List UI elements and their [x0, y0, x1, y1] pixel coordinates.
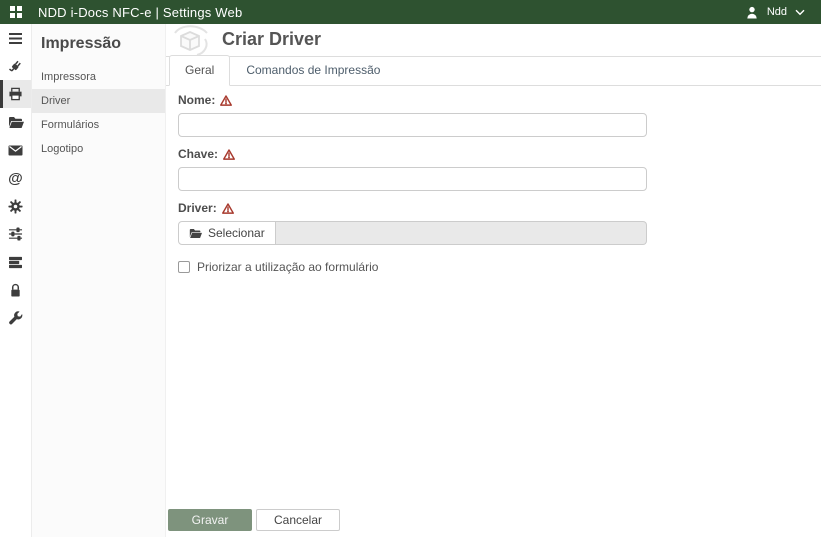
- wrench-icon: [8, 310, 23, 326]
- gear-icon: [8, 198, 23, 214]
- warning-icon: [221, 202, 234, 214]
- chave-label: Chave:: [178, 147, 809, 161]
- sidebar-item-tools[interactable]: [0, 304, 31, 332]
- select-file-button[interactable]: Selecionar: [178, 221, 276, 245]
- tab-comandos-de-impressao[interactable]: Comandos de Impressão: [230, 55, 396, 86]
- lock-icon: [9, 283, 22, 298]
- main-content: Criar Driver Geral Comandos de Impressão…: [166, 24, 821, 537]
- mail-icon: [8, 145, 23, 156]
- sidebar-item-preferences[interactable]: [0, 220, 31, 248]
- panel-item-logotipo[interactable]: Logotipo: [32, 137, 165, 161]
- menu-icon: [8, 32, 23, 45]
- sidebar-item-menu[interactable]: [0, 24, 31, 52]
- driver-file-field: [275, 221, 647, 245]
- page-header: Criar Driver: [166, 24, 821, 57]
- package-cube-icon: [167, 25, 213, 58]
- nome-input[interactable]: [178, 113, 647, 137]
- plug-icon: [8, 59, 23, 74]
- apps-grid-icon[interactable]: [9, 5, 23, 19]
- at-sign-icon: @: [8, 169, 23, 187]
- cancel-button[interactable]: Cancelar: [256, 509, 340, 531]
- save-button[interactable]: Gravar: [168, 509, 252, 531]
- icon-sidebar: @: [0, 24, 32, 537]
- priorizar-checkbox-label: Priorizar a utilização ao formulário: [197, 260, 379, 274]
- tab-bar: Geral Comandos de Impressão: [166, 55, 821, 86]
- sidebar-item-printing[interactable]: [0, 80, 31, 108]
- panel-item-formularios[interactable]: Formulários: [32, 113, 165, 137]
- warning-icon: [220, 94, 233, 106]
- sidebar-item-security[interactable]: [0, 276, 31, 304]
- driver-file-row: Selecionar: [178, 221, 647, 245]
- sidebar-item-email-settings[interactable]: @: [0, 164, 31, 192]
- priorizar-checkbox[interactable]: [178, 261, 190, 273]
- folder-open-icon: [8, 116, 24, 129]
- sliders-icon: [8, 227, 23, 241]
- section-panel: Impressão Impressora Driver Formulários …: [32, 24, 166, 537]
- server-icon: [8, 256, 23, 269]
- tab-geral[interactable]: Geral: [169, 55, 231, 86]
- user-name: Ndd: [766, 6, 787, 18]
- sidebar-item-servers[interactable]: [0, 248, 31, 276]
- warning-icon: [223, 148, 235, 160]
- sidebar-item-settings[interactable]: [0, 192, 31, 220]
- chevron-down-icon: [795, 9, 805, 16]
- sidebar-item-files[interactable]: [0, 108, 31, 136]
- app-title: NDD i-Docs NFC-e | Settings Web: [38, 4, 243, 20]
- panel-title: Impressão: [41, 35, 122, 52]
- printer-icon: [8, 87, 23, 101]
- topbar: NDD i-Docs NFC-e | Settings Web Ndd: [0, 0, 821, 24]
- person-icon: [745, 6, 759, 19]
- sidebar-item-connections[interactable]: [0, 52, 31, 80]
- user-menu[interactable]: Ndd: [745, 6, 805, 19]
- page-title: Criar Driver: [222, 29, 322, 49]
- priorizar-checkbox-row: Priorizar a utilização ao formulário: [178, 260, 809, 274]
- form-footer: Gravar Cancelar: [168, 509, 340, 531]
- folder-open-icon: [189, 228, 202, 239]
- nome-label: Nome:: [178, 93, 809, 107]
- driver-form: Nome: Chave: Driver: Selecionar Prioriza…: [166, 93, 821, 274]
- driver-label: Driver:: [178, 201, 809, 215]
- panel-item-impressora[interactable]: Impressora: [32, 65, 165, 89]
- chave-input[interactable]: [178, 167, 647, 191]
- panel-item-driver[interactable]: Driver: [32, 89, 165, 113]
- sidebar-item-mail[interactable]: [0, 136, 31, 164]
